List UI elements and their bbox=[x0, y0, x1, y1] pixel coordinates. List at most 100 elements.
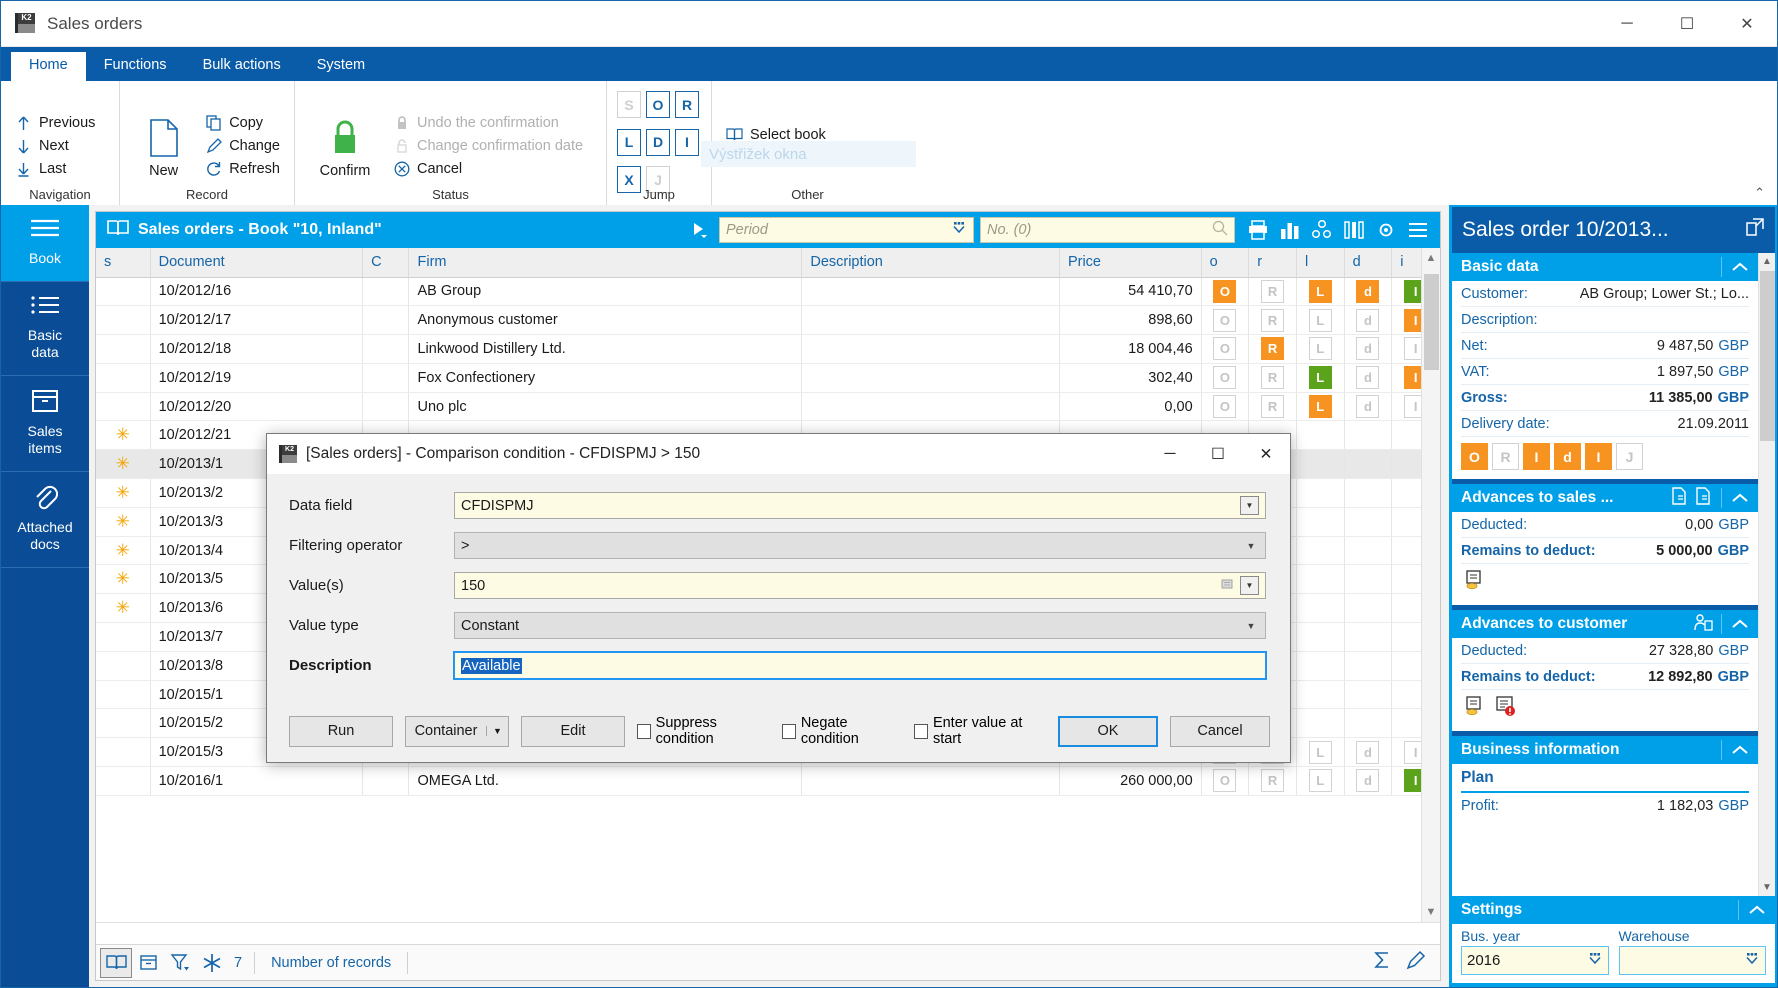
jump-box-r[interactable]: R bbox=[675, 91, 699, 118]
section-header-business-information[interactable]: Business information bbox=[1452, 736, 1758, 764]
calculator-coins-icon[interactable] bbox=[1463, 569, 1485, 596]
status-badge[interactable]: O bbox=[1213, 279, 1237, 303]
copy-button[interactable]: Copy bbox=[199, 112, 286, 135]
sum-icon[interactable] bbox=[1372, 950, 1392, 975]
status-badge[interactable]: O bbox=[1213, 395, 1237, 419]
hierarchy-icon[interactable] bbox=[1311, 220, 1333, 240]
cancel-button[interactable]: Cancel bbox=[387, 158, 589, 181]
column-header-o[interactable]: o bbox=[1201, 248, 1250, 278]
status-badge[interactable]: O bbox=[1213, 366, 1237, 390]
jump-box-l[interactable]: L bbox=[617, 128, 641, 156]
status-badge[interactable]: L bbox=[1308, 366, 1332, 390]
number-search-input[interactable]: No. (0) bbox=[980, 217, 1235, 243]
status-badge[interactable]: R bbox=[1261, 337, 1285, 361]
chevron-down-icon[interactable]: ▼ bbox=[486, 726, 508, 736]
status-badge[interactable]: L bbox=[1308, 337, 1332, 361]
status-badge[interactable]: R bbox=[1261, 279, 1285, 303]
table-row[interactable]: 10/2012/18 Linkwood Distillery Ltd. 18 004… bbox=[96, 334, 1440, 364]
chevron-down-icon[interactable]: ▼ bbox=[1243, 541, 1259, 551]
chevron-up-icon[interactable] bbox=[1721, 257, 1749, 277]
jump-box-i[interactable]: I bbox=[675, 128, 699, 156]
status-badge[interactable]: d bbox=[1356, 279, 1380, 303]
person-document-icon[interactable] bbox=[1694, 613, 1713, 636]
next-button[interactable]: Next bbox=[9, 135, 101, 158]
column-header-firm[interactable]: Firm bbox=[408, 248, 803, 278]
scroll-down-arrow[interactable]: ▼ bbox=[1759, 879, 1775, 896]
sidebar-item-attached-docs[interactable]: Attached docs bbox=[1, 472, 89, 568]
scroll-thumb[interactable] bbox=[1423, 274, 1439, 370]
printer-icon[interactable] bbox=[1247, 220, 1269, 240]
dialog-minimize-button[interactable]: ─ bbox=[1146, 434, 1194, 474]
undo-confirmation-button[interactable]: Undo the confirmation bbox=[387, 112, 589, 135]
columns-icon[interactable] bbox=[1343, 220, 1365, 240]
status-badge[interactable]: O bbox=[1213, 769, 1237, 793]
chevron-up-icon[interactable] bbox=[1721, 614, 1749, 634]
scroll-up-arrow[interactable]: ▲ bbox=[1426, 252, 1437, 264]
period-dropdown-icon[interactable] bbox=[951, 221, 967, 239]
grid-expand-arrow[interactable] bbox=[689, 220, 709, 240]
documents-icon[interactable] bbox=[1696, 486, 1713, 510]
status-badge[interactable]: L bbox=[1308, 769, 1332, 793]
scroll-thumb[interactable] bbox=[1760, 271, 1775, 441]
status-badge[interactable]: J bbox=[1616, 443, 1643, 470]
minimize-button[interactable]: ─ bbox=[1597, 1, 1657, 47]
filtering-operator-select[interactable]: > ▼ bbox=[454, 532, 1266, 559]
status-badge[interactable]: O bbox=[1213, 308, 1237, 332]
checkbox-box[interactable] bbox=[782, 723, 796, 739]
table-row[interactable]: 10/2012/19 Fox Confectionery 302,40 O R Ld I bbox=[96, 363, 1440, 393]
values-input[interactable]: 150 ▼ bbox=[454, 572, 1266, 599]
edit-button[interactable]: Edit bbox=[521, 715, 625, 747]
status-badge[interactable]: d bbox=[1356, 769, 1380, 793]
status-badge[interactable]: L bbox=[1308, 395, 1332, 419]
value-type-select[interactable]: Constant ▼ bbox=[454, 612, 1266, 639]
checkbox-negate-condition[interactable]: Negate condition bbox=[782, 715, 898, 747]
sidebar-item-sales-items[interactable]: Sales items bbox=[1, 376, 89, 472]
chevron-down-icon[interactable]: ▼ bbox=[1243, 621, 1259, 631]
refresh-button[interactable]: Refresh bbox=[199, 158, 286, 181]
table-row[interactable]: 10/2012/20 Uno plc 0,00 O R Ld I bbox=[96, 392, 1440, 422]
status-badge[interactable]: d bbox=[1554, 443, 1581, 470]
checkbox-box[interactable] bbox=[914, 723, 928, 739]
section-header-settings[interactable]: Settings bbox=[1452, 896, 1775, 924]
status-badge[interactable]: I bbox=[1523, 443, 1550, 470]
column-header-r[interactable]: r bbox=[1248, 248, 1297, 278]
chevron-up-icon[interactable] bbox=[1721, 740, 1749, 760]
column-header-c[interactable]: C bbox=[362, 248, 410, 278]
menu-icon[interactable] bbox=[1407, 220, 1429, 240]
status-badge[interactable]: d bbox=[1356, 366, 1380, 390]
chart-bar-icon[interactable] bbox=[1279, 220, 1301, 240]
cancel-button[interactable]: Cancel bbox=[1170, 715, 1270, 747]
tab-system[interactable]: System bbox=[299, 50, 383, 81]
tab-home[interactable]: Home bbox=[11, 50, 86, 81]
column-header-document[interactable]: Document bbox=[150, 248, 364, 278]
bus-year-input[interactable]: 2016 bbox=[1461, 946, 1609, 975]
status-badge[interactable]: L bbox=[1308, 308, 1332, 332]
change-button[interactable]: Change bbox=[199, 135, 286, 158]
sidebar-item-book[interactable]: Book bbox=[1, 205, 89, 282]
scroll-up-arrow[interactable]: ▲ bbox=[1759, 253, 1775, 270]
checkbox-box[interactable] bbox=[637, 723, 651, 739]
dialog-maximize-button[interactable]: ☐ bbox=[1194, 434, 1242, 474]
document-add-icon[interactable] bbox=[1671, 486, 1688, 510]
search-icon[interactable] bbox=[1212, 220, 1228, 240]
jump-box-o[interactable]: O bbox=[646, 91, 670, 118]
checkbox-enter-value-at-start[interactable]: Enter value at start bbox=[914, 715, 1042, 747]
change-confirmation-date-button[interactable]: Change confirmation date bbox=[387, 135, 589, 158]
container-button[interactable]: Container ▼ bbox=[405, 715, 509, 747]
table-row[interactable]: 10/2012/16 AB Group 54 410,70 O R Ld I bbox=[96, 277, 1440, 307]
column-header-s[interactable]: s bbox=[96, 248, 151, 278]
status-badge[interactable]: R bbox=[1261, 366, 1285, 390]
jump-box-s[interactable]: S bbox=[617, 91, 641, 118]
chevron-down-icon[interactable]: ▼ bbox=[1240, 496, 1259, 515]
section-header-advances-to-sales[interactable]: Advances to sales ... bbox=[1452, 484, 1758, 512]
status-badge[interactable]: R bbox=[1492, 443, 1519, 470]
status-badge[interactable]: L bbox=[1308, 279, 1332, 303]
column-header-price[interactable]: Price bbox=[1059, 248, 1202, 278]
status-badge[interactable]: O bbox=[1461, 443, 1488, 470]
status-badge[interactable]: d bbox=[1356, 740, 1380, 764]
checkbox-suppress-condition[interactable]: Suppress condition bbox=[637, 715, 766, 747]
value-picker-icon[interactable] bbox=[1221, 577, 1236, 595]
last-button[interactable]: Last bbox=[9, 158, 101, 181]
filter-icon[interactable] bbox=[164, 948, 196, 978]
grid-vertical-scrollbar[interactable]: ▲ ▼ bbox=[1421, 248, 1440, 922]
